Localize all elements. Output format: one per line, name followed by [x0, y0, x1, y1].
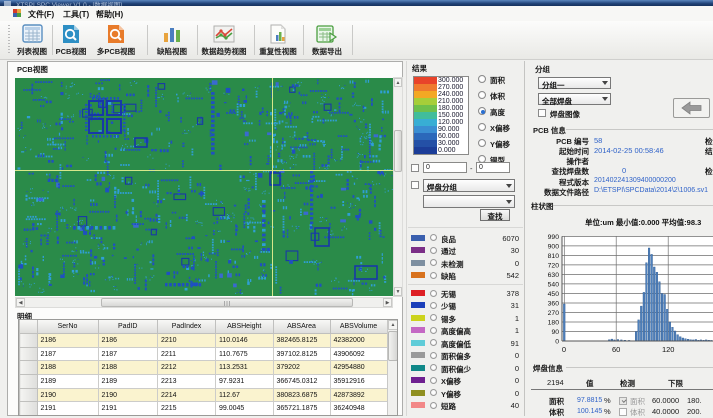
- svg-text:540: 540: [548, 281, 560, 288]
- svg-text:180: 180: [548, 320, 560, 327]
- svg-text:990: 990: [548, 234, 560, 241]
- svg-text:90: 90: [551, 329, 559, 336]
- svg-text:60: 60: [612, 345, 620, 354]
- svg-text:360: 360: [548, 301, 560, 308]
- svg-text:900: 900: [548, 243, 560, 250]
- svg-text:630: 630: [548, 272, 560, 279]
- svg-text:810: 810: [548, 253, 560, 260]
- svg-text:120: 120: [662, 345, 675, 354]
- svg-text:0: 0: [562, 345, 566, 354]
- svg-text:720: 720: [548, 262, 560, 269]
- svg-text:0: 0: [555, 339, 559, 346]
- svg-text:270: 270: [548, 310, 560, 317]
- svg-text:450: 450: [548, 291, 560, 298]
